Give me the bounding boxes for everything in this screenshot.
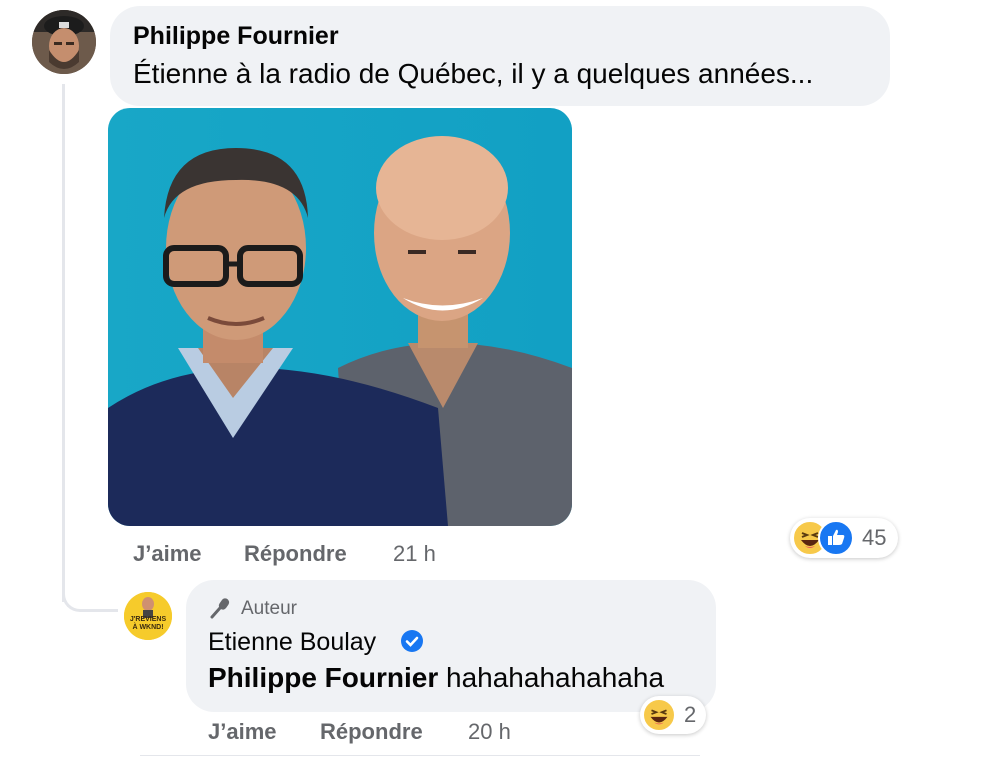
author-badge: Auteur: [241, 598, 297, 619]
microphone-icon: [208, 596, 234, 620]
thread-line: [62, 84, 65, 602]
comment-reply-button[interactable]: Répondre: [244, 541, 347, 567]
radio-hosts-photo: [108, 108, 572, 526]
comment-timestamp[interactable]: 21 h: [393, 541, 436, 567]
reply-reply-button[interactable]: Répondre: [320, 719, 423, 745]
reply-body: hahahahahahaha: [446, 662, 665, 693]
thread-connector: [62, 586, 118, 612]
verified-badge-icon: [400, 629, 424, 653]
reply-like-button[interactable]: J’aime: [208, 719, 277, 745]
comment-author-name[interactable]: Philippe Fournier: [133, 22, 339, 51]
comment-bubble: [110, 6, 890, 106]
like-icon: [818, 520, 854, 556]
comment-reactions[interactable]: 45: [790, 518, 899, 558]
reply-text: Philippe Fournier hahahahahahaha: [208, 662, 664, 694]
reply-actions: J’aime Répondre 20 h: [208, 719, 608, 745]
comment-reaction-count: 45: [862, 525, 887, 550]
reply-reactions[interactable]: 2: [640, 696, 707, 734]
avatar-text-line-2: À WKND!: [132, 624, 164, 631]
reply-author-name[interactable]: Etienne Boulay: [208, 628, 376, 657]
commenter-avatar-image: [32, 10, 96, 74]
divider: [140, 755, 700, 756]
reply-reaction-count: 2: [684, 702, 697, 727]
commenter-avatar[interactable]: [32, 10, 96, 74]
comment-like-button[interactable]: J’aime: [133, 541, 202, 567]
comment-photo[interactable]: [108, 108, 572, 526]
reply-mention[interactable]: Philippe Fournier: [208, 662, 438, 693]
avatar-text-line-1: J'REVIENS: [129, 616, 167, 623]
reply-timestamp[interactable]: 20 h: [468, 719, 511, 745]
comment-text: Étienne à la radio de Québec, il y a que…: [133, 58, 814, 89]
comment-actions: J’aime Répondre 21 h: [133, 541, 533, 567]
haha-icon: [642, 698, 676, 732]
reply-author-avatar[interactable]: J'REVIENS À WKND!: [124, 592, 172, 640]
